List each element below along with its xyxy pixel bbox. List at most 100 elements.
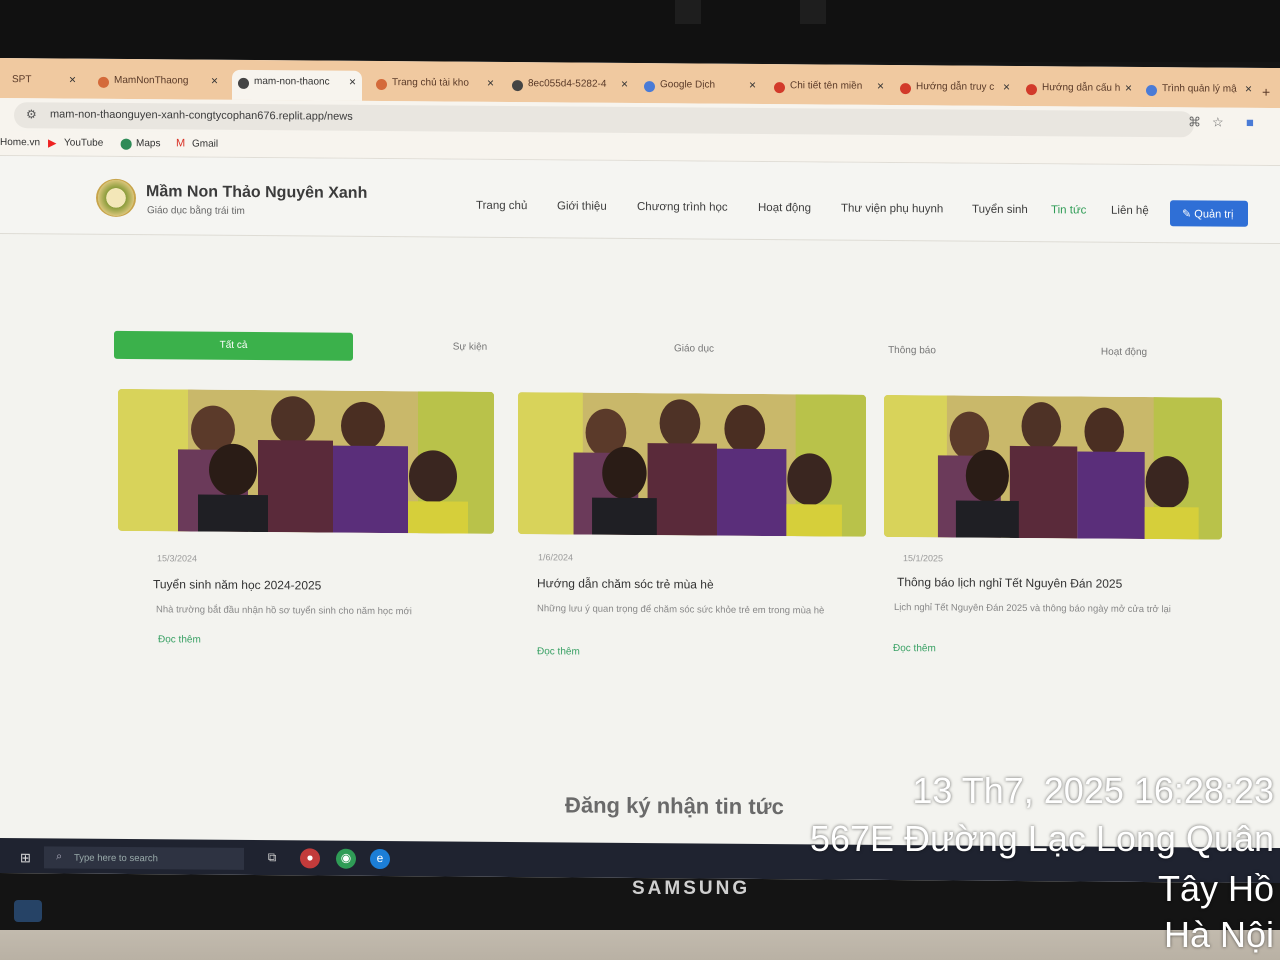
browser-tab[interactable]: Google Dịch ×	[638, 73, 762, 104]
news-date: 15/1/2025	[903, 553, 944, 564]
bookmark-gmail[interactable]: M Gmail	[176, 137, 219, 150]
globe-icon	[238, 77, 249, 89]
news-title[interactable]: Hướng dẫn chăm sóc trẻ mùa hè	[537, 576, 714, 591]
nav-activities[interactable]: Hoạt động	[758, 202, 811, 214]
browser-tab[interactable]: Trang chủ tài kho ×	[370, 71, 500, 102]
read-more-link[interactable]: Đọc thêm	[158, 634, 201, 645]
nav-admissions[interactable]: Tuyển sinh	[972, 204, 1028, 216]
search-placeholder: Type here to search	[74, 852, 158, 865]
edge-icon[interactable]: e	[370, 848, 390, 870]
filter-announcements[interactable]: Thông báo	[822, 336, 1002, 365]
close-icon[interactable]: ×	[621, 77, 628, 91]
windows-start-icon[interactable]: ⊞	[20, 850, 31, 866]
browser-tab[interactable]: 8ec055d4-5282-4 ×	[506, 72, 634, 103]
bookmark-youtube[interactable]: ▶ YouTube	[48, 137, 104, 150]
photo-address: 567E Đường Lạc Long Quân	[809, 818, 1274, 859]
news-image[interactable]	[118, 388, 494, 534]
tab-label: 8ec055d4-5282-4	[528, 78, 607, 90]
news-image[interactable]	[884, 394, 1222, 540]
photo-datetime: 13 Th7, 2025 16:28:23	[912, 770, 1274, 811]
search-icon: ⌕	[56, 850, 63, 863]
read-more-link[interactable]: Đọc thêm	[893, 643, 936, 654]
nav-contact[interactable]: Liên hệ	[1111, 205, 1149, 217]
nav-parent-library[interactable]: Thư viện phụ huynh	[841, 203, 943, 216]
tab-label: Trình quản lý mậ	[1162, 83, 1237, 95]
news-excerpt: Những lưu ý quan trọng để chăm sóc sức k…	[537, 603, 825, 617]
close-icon[interactable]: ×	[211, 74, 218, 88]
site-title[interactable]: Mầm Non Thảo Nguyên Xanh	[146, 183, 367, 203]
extension-icon[interactable]: ■	[1246, 115, 1254, 130]
gmail-icon: M	[176, 137, 186, 150]
power-button-icon[interactable]	[14, 900, 42, 922]
monitor-brand-logo: SAMSUNG	[632, 878, 751, 899]
globe-icon	[512, 80, 523, 92]
site-info-icon[interactable]: ⚙	[26, 107, 37, 121]
read-more-link[interactable]: Đọc thêm	[537, 646, 580, 657]
tab-label: SPT	[12, 74, 32, 86]
bookmark-label: Maps	[136, 138, 161, 150]
school-logo[interactable]	[96, 178, 136, 218]
bookmark-label: Gmail	[192, 138, 219, 150]
bookmark-maps[interactable]: ⬤ Maps	[120, 137, 161, 151]
chrome-icon[interactable]: ◉	[336, 848, 356, 869]
nav-about[interactable]: Giới thiệu	[557, 200, 607, 212]
monitor-top-edge	[675, 0, 701, 24]
news-title[interactable]: Tuyển sinh năm học 2024-2025	[153, 577, 321, 592]
browser-tab[interactable]: Trình quản lý mậ ×	[1140, 77, 1258, 108]
app-icon[interactable]: ●	[300, 848, 320, 869]
browser-tab[interactable]: Hướng dẫn cấu h ×	[1020, 76, 1138, 107]
nav-curriculum[interactable]: Chương trình học	[637, 201, 728, 214]
news-excerpt: Lịch nghỉ Tết Nguyên Đán 2025 và thông b…	[894, 602, 1171, 616]
close-icon[interactable]: ×	[877, 79, 884, 93]
news-excerpt: Nhà trường bắt đầu nhận hồ sơ tuyển sinh…	[156, 604, 412, 618]
tab-label: mam-non-thaonc	[254, 75, 330, 88]
filter-all[interactable]: Tất cả	[114, 330, 353, 361]
browser-tab[interactable]: Hướng dẫn truy c ×	[894, 75, 1016, 106]
site-favicon-icon	[900, 83, 911, 95]
taskbar-search[interactable]: ⌕ Type here to search	[44, 846, 244, 870]
filter-activities[interactable]: Hoạt động	[1034, 338, 1214, 367]
tab-label: Trang chủ tài kho	[392, 77, 469, 89]
site-favicon-icon	[376, 78, 387, 91]
site-subtitle: Giáo dục bằng trái tim	[147, 205, 245, 217]
youtube-icon: ▶	[48, 137, 57, 150]
news-title[interactable]: Thông báo lịch nghỉ Tết Nguyên Đán 2025	[897, 575, 1122, 591]
nav-home[interactable]: Trang chủ	[476, 200, 527, 212]
close-icon[interactable]: ×	[1125, 81, 1132, 95]
nav-news[interactable]: Tin tức	[1051, 204, 1086, 216]
new-tab-button[interactable]: +	[1258, 78, 1280, 108]
password-manager-icon	[1146, 85, 1157, 97]
close-icon[interactable]: ×	[487, 76, 494, 90]
close-icon[interactable]: ×	[69, 73, 76, 87]
bookmark-label: YouTube	[64, 137, 104, 149]
edit-icon: ✎	[1182, 208, 1195, 221]
filter-education[interactable]: Giáo dục	[604, 335, 784, 364]
close-icon[interactable]: ×	[1245, 82, 1252, 96]
news-date: 1/6/2024	[538, 552, 574, 563]
task-view-icon[interactable]: ⧉	[262, 848, 282, 868]
browser-tab[interactable]: Chi tiết tên miền ×	[768, 74, 890, 105]
close-icon[interactable]: ×	[1003, 80, 1010, 94]
bookmark-label: Home.vn	[0, 137, 41, 149]
translate-icon[interactable]: ⌘	[1188, 114, 1201, 130]
news-date: 15/3/2024	[157, 553, 198, 564]
google-translate-icon	[644, 81, 655, 93]
close-icon[interactable]: ×	[749, 78, 756, 92]
filter-events[interactable]: Sự kiện	[380, 333, 560, 362]
browser-tab[interactable]: MamNonThaong ×	[92, 69, 224, 100]
bookmark-star-icon[interactable]: ☆	[1212, 115, 1224, 131]
url-text[interactable]: mam-non-thaonguyen-xanh-congtycophan676.…	[50, 108, 353, 122]
site-favicon-icon	[774, 82, 785, 94]
site-favicon-icon	[98, 76, 109, 88]
tab-label: Hướng dẫn cấu h	[1042, 82, 1121, 94]
news-image[interactable]	[518, 392, 866, 537]
maps-pin-icon: ⬤	[120, 137, 133, 151]
monitor-bezel-top	[0, 0, 1280, 62]
close-icon[interactable]: ×	[349, 75, 356, 89]
screen: SPT × MamNonThaong × mam-non-thaonc × Tr…	[0, 58, 1280, 884]
browser-tab[interactable]: SPT ×	[0, 68, 82, 99]
admin-button[interactable]: ✎ Quản trị	[1170, 200, 1248, 227]
browser-tab-active[interactable]: mam-non-thaonc ×	[232, 69, 362, 101]
bookmark-home[interactable]: Home.vn	[0, 137, 40, 148]
tab-label: Google Dịch	[660, 79, 716, 91]
